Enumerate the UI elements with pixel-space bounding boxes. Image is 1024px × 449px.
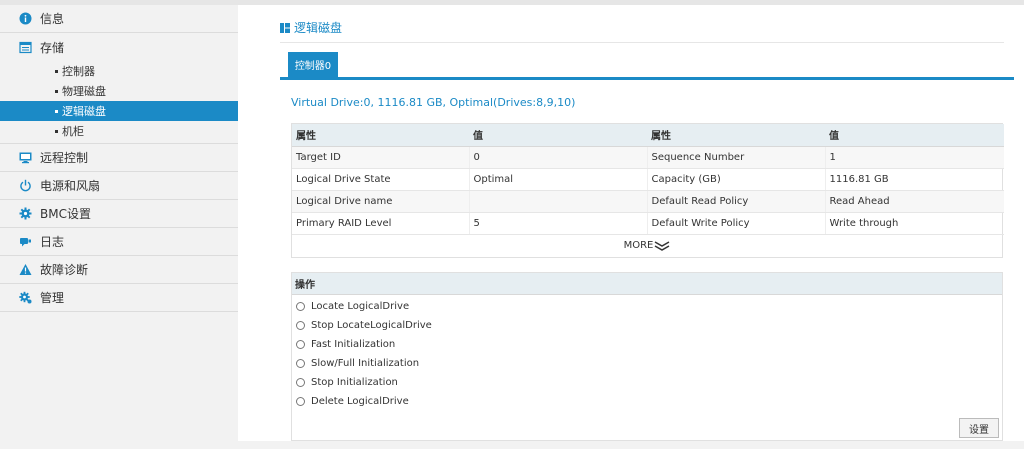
info-icon xyxy=(19,12,32,25)
table-cell: Target ID xyxy=(292,146,469,169)
radio-stop-locate-logical-drive[interactable]: Stop LocateLogicalDrive xyxy=(292,316,1002,335)
sidebar-item-bmc-settings[interactable]: BMC设置 xyxy=(0,200,238,228)
sidebar: 信息 存储 控制器 物理磁盘 逻辑磁盘 机柜 远程控制 电源和风扇 BMC设置 xyxy=(0,5,238,449)
radio-button[interactable] xyxy=(296,397,305,406)
monitor-icon xyxy=(19,151,32,164)
radio-stop-initialization[interactable]: Stop Initialization xyxy=(292,373,1002,392)
sidebar-item-label: BMC设置 xyxy=(40,207,91,221)
grid-icon xyxy=(280,22,290,33)
radio-label: Delete LogicalDrive xyxy=(311,396,409,407)
table-cell xyxy=(468,190,647,213)
more-toggle[interactable]: MORE xyxy=(292,235,1002,257)
more-label: MORE xyxy=(623,240,654,251)
sidebar-subitem-enclosure[interactable]: 机柜 xyxy=(0,121,238,141)
table-cell: Optimal xyxy=(468,168,647,191)
page-title-text: 逻辑磁盘 xyxy=(294,21,343,35)
radio-fast-initialization[interactable]: Fast Initialization xyxy=(292,335,1002,354)
radio-label: Slow/Full Initialization xyxy=(311,358,420,369)
bullet-icon xyxy=(55,129,58,133)
operations-header: 操作 xyxy=(292,273,1002,295)
double-chevron-down-icon xyxy=(655,240,670,251)
column-header: 值 xyxy=(469,124,647,147)
storage-submenu: 控制器 物理磁盘 逻辑磁盘 机柜 xyxy=(0,61,238,144)
sidebar-item-storage[interactable]: 存储 xyxy=(0,33,238,61)
radio-button[interactable] xyxy=(296,321,305,330)
column-header: 值 xyxy=(825,124,1004,147)
set-button[interactable]: 设置 xyxy=(959,418,999,438)
main-content: 逻辑磁盘 控制器0 Virtual Drive:0, 1116.81 GB, O… xyxy=(238,5,1024,441)
radio-button[interactable] xyxy=(296,378,305,387)
sidebar-item-label: 日志 xyxy=(40,235,65,249)
bullet-icon xyxy=(55,89,58,93)
gear-icon xyxy=(19,207,32,220)
sidebar-item-power-fans[interactable]: 电源和风扇 xyxy=(0,172,238,200)
sidebar-item-remote-control[interactable]: 远程控制 xyxy=(0,144,238,172)
sidebar-item-label: 存储 xyxy=(40,40,65,55)
warning-icon xyxy=(19,263,32,276)
log-icon xyxy=(19,235,32,248)
sidebar-item-label: 信息 xyxy=(40,12,65,26)
sidebar-subitem-logical-disk[interactable]: 逻辑磁盘 xyxy=(0,101,238,121)
radio-button[interactable] xyxy=(296,340,305,349)
table-row: Primary RAID Level 5 Default Write Polic… xyxy=(292,212,1004,235)
table-cell: Default Read Policy xyxy=(646,190,825,213)
operations-panel: 操作 Locate LogicalDrive Stop LocateLogica… xyxy=(291,272,1003,441)
table-header-row: 属性 值 属性 值 xyxy=(292,124,1004,147)
radio-slow-full-initialization[interactable]: Slow/Full Initialization xyxy=(292,354,1002,373)
sidebar-item-label: 远程控制 xyxy=(40,151,89,165)
properties-table: 属性 值 属性 值 Target ID 0 Sequence Number 1 … xyxy=(291,123,1004,258)
virtual-drive-summary: Virtual Drive:0, 1116.81 GB, Optimal(Dri… xyxy=(291,96,576,109)
table-cell: 1 xyxy=(824,146,1004,169)
sidebar-subitem-controller[interactable]: 控制器 xyxy=(0,61,238,81)
table-cell: Sequence Number xyxy=(646,146,825,169)
table-row: Target ID 0 Sequence Number 1 xyxy=(292,146,1004,169)
radio-locate-logical-drive[interactable]: Locate LogicalDrive xyxy=(292,297,1002,316)
table-cell: Primary RAID Level xyxy=(292,212,469,235)
sidebar-subitem-label: 控制器 xyxy=(62,65,95,78)
sidebar-item-label: 故障诊断 xyxy=(40,263,89,277)
table-cell: Logical Drive name xyxy=(292,190,469,213)
title-divider xyxy=(280,42,1004,43)
radio-label: Locate LogicalDrive xyxy=(311,301,410,312)
table-cell: Read Ahead xyxy=(824,190,1004,213)
bottom-strip xyxy=(0,441,1024,449)
bullet-icon xyxy=(55,109,58,113)
table-cell: 1116.81 GB xyxy=(824,168,1004,191)
radio-button[interactable] xyxy=(296,302,305,311)
storage-icon xyxy=(19,41,32,54)
sidebar-subitem-label: 逻辑磁盘 xyxy=(62,105,106,118)
sidebar-item-diagnostics[interactable]: 故障诊断 xyxy=(0,256,238,284)
table-cell: 0 xyxy=(468,146,647,169)
sidebar-subitem-label: 机柜 xyxy=(62,125,84,138)
sidebar-item-label: 管理 xyxy=(40,291,65,305)
sidebar-item-label: 电源和风扇 xyxy=(40,179,101,193)
table-cell: Default Write Policy xyxy=(646,212,825,235)
power-icon xyxy=(19,179,32,192)
radio-delete-logical-drive[interactable]: Delete LogicalDrive xyxy=(292,392,1002,411)
radio-label: Stop LocateLogicalDrive xyxy=(311,320,432,331)
table-row: Logical Drive State Optimal Capacity (GB… xyxy=(292,168,1004,191)
sidebar-item-logs[interactable]: 日志 xyxy=(0,228,238,256)
table-cell: Logical Drive State xyxy=(292,168,469,191)
page-title: 逻辑磁盘 xyxy=(280,19,342,36)
table-cell: Capacity (GB) xyxy=(646,168,825,191)
tab-underline xyxy=(280,77,1014,80)
radio-button[interactable] xyxy=(296,359,305,368)
sidebar-item-admin[interactable]: 管理 xyxy=(0,284,238,312)
table-row: Logical Drive name Default Read Policy R… xyxy=(292,190,1004,213)
sidebar-subitem-label: 物理磁盘 xyxy=(62,85,106,98)
sidebar-item-info[interactable]: 信息 xyxy=(0,5,238,33)
table-cell: 5 xyxy=(468,212,647,235)
column-header: 属性 xyxy=(647,124,825,147)
sidebar-subitem-physical-disk[interactable]: 物理磁盘 xyxy=(0,81,238,101)
table-cell: Write through xyxy=(824,212,1004,235)
tab-controller-0[interactable]: 控制器0 xyxy=(288,52,338,77)
column-header: 属性 xyxy=(292,124,469,147)
operations-list: Locate LogicalDrive Stop LocateLogicalDr… xyxy=(292,295,1002,411)
admin-gear-icon xyxy=(19,291,32,304)
radio-label: Stop Initialization xyxy=(311,377,398,388)
radio-label: Fast Initialization xyxy=(311,339,396,350)
bullet-icon xyxy=(55,69,58,73)
